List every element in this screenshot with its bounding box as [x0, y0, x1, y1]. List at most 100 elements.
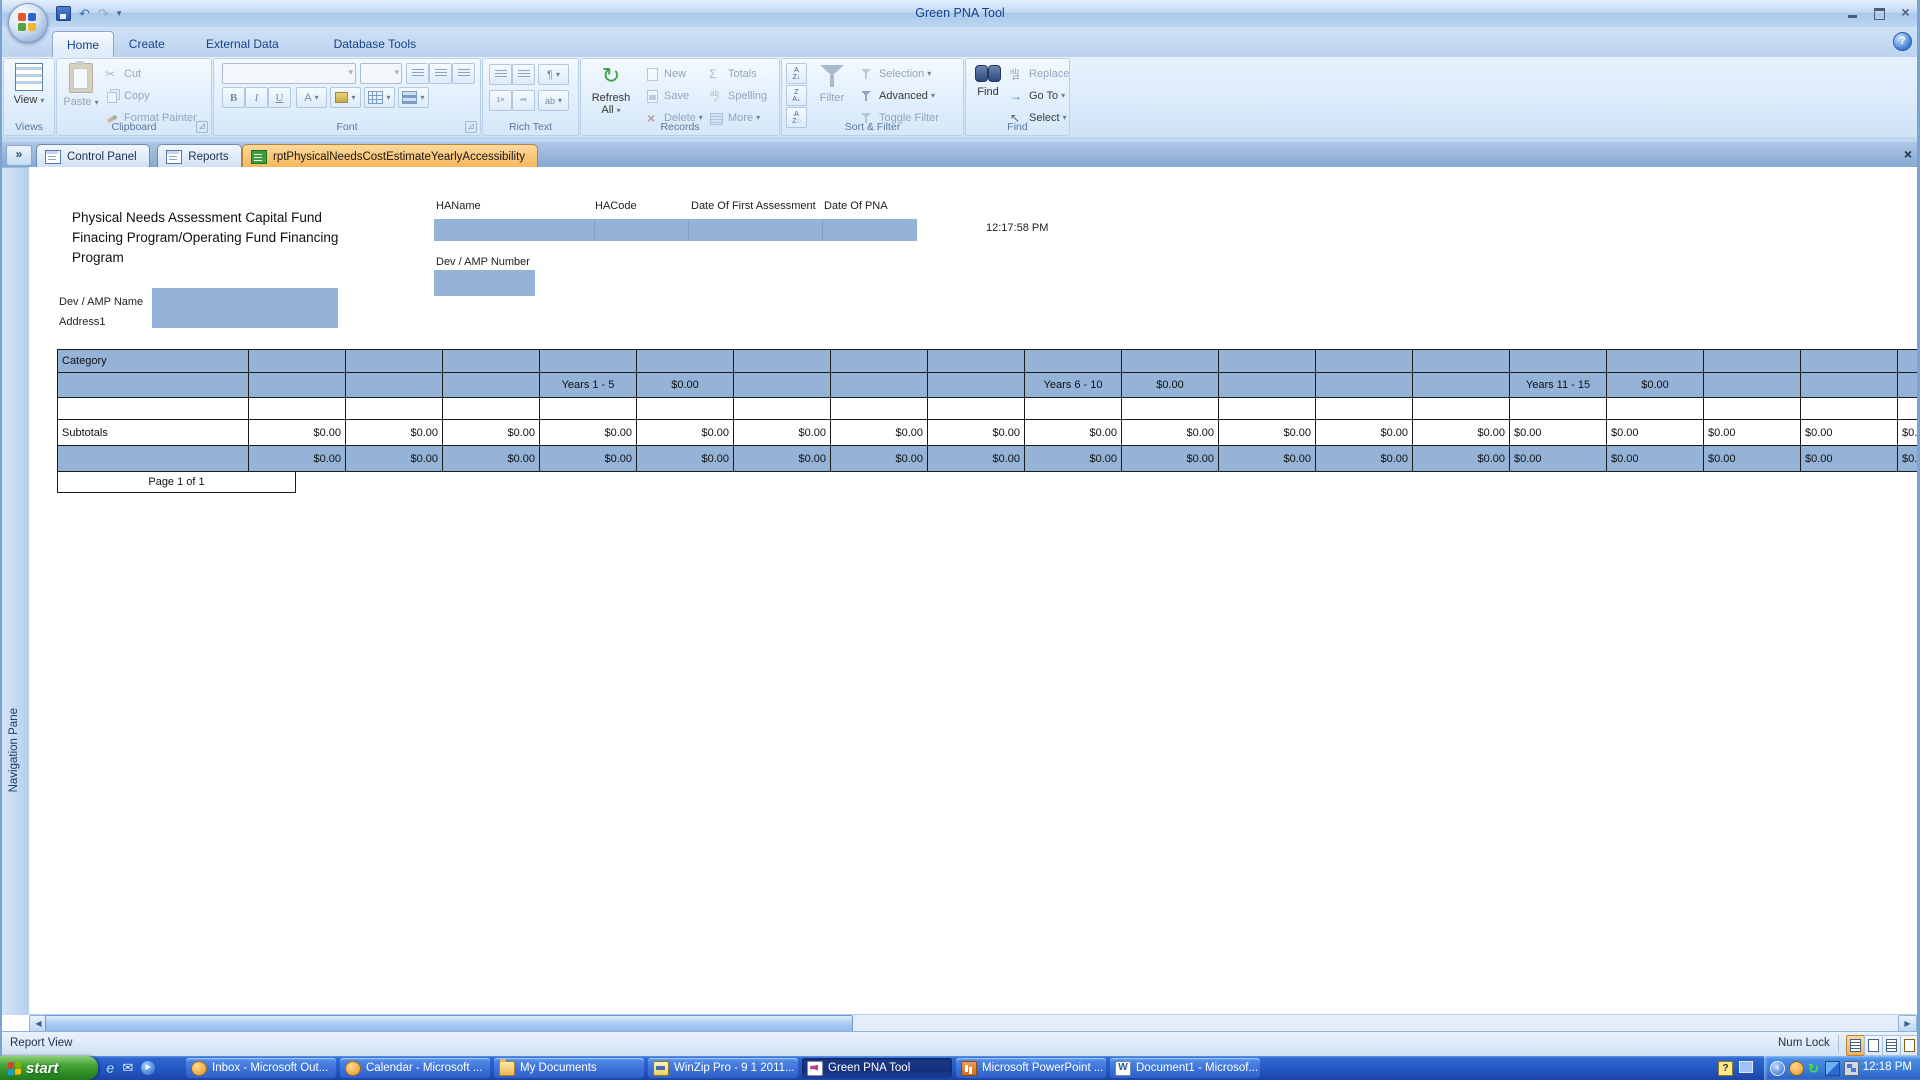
- report-view-button[interactable]: [1846, 1035, 1865, 1056]
- internet-explorer-icon[interactable]: e: [106, 1060, 114, 1077]
- close-button[interactable]: ×: [1899, 7, 1912, 19]
- undo-icon[interactable]: ↶: [79, 7, 90, 20]
- underline-button[interactable]: U: [268, 87, 291, 108]
- taskbar-button-1[interactable]: Inbox - Microsoft Out...: [186, 1058, 336, 1078]
- tray-network-icon[interactable]: [1844, 1061, 1859, 1076]
- dev-amp-name-field[interactable]: [152, 288, 338, 328]
- filter-button[interactable]: Filter: [810, 61, 854, 104]
- copy-button[interactable]: Copy: [105, 85, 150, 106]
- horizontal-scrollbar[interactable]: ◀ ▶: [29, 1014, 1917, 1032]
- decrease-indent-button[interactable]: [489, 64, 512, 85]
- spelling-button[interactable]: Spelling: [709, 85, 767, 106]
- highlight-button[interactable]: ab▾: [538, 90, 569, 111]
- filter-icon: [817, 63, 847, 89]
- align-left-button[interactable]: [406, 63, 429, 84]
- align-right-button[interactable]: [452, 63, 475, 84]
- go-to-button[interactable]: Go To▾: [1010, 85, 1065, 106]
- font-size-combo[interactable]: [360, 63, 402, 84]
- increase-indent-button[interactable]: [512, 64, 535, 85]
- header-field-bar[interactable]: [434, 219, 917, 241]
- layout-view-button[interactable]: [1882, 1035, 1901, 1056]
- table-cell: $0.00: [346, 446, 443, 472]
- table-cell: $0.00: [1122, 446, 1219, 472]
- taskbar-button-7[interactable]: WDocument1 - Microsof...: [1110, 1058, 1260, 1078]
- table-row: Years 1 - 5$0.00Years 6 - 10$0.00Years 1…: [58, 373, 1917, 398]
- report-title-line: Finacing Program/Operating Fund Financin…: [72, 228, 372, 248]
- advanced-filter-button[interactable]: Advanced▾: [860, 85, 935, 106]
- redo-icon[interactable]: ↷: [98, 7, 109, 20]
- table-cell: [1413, 373, 1510, 398]
- replace-button[interactable]: Replace: [1010, 63, 1069, 84]
- bold-button[interactable]: B: [222, 87, 245, 108]
- font-name-combo[interactable]: [222, 63, 356, 84]
- numbered-list-button[interactable]: 1≡: [489, 90, 512, 111]
- sort-ascending-button[interactable]: AZ↓: [786, 63, 807, 84]
- tray-outlook-icon[interactable]: [1789, 1061, 1804, 1076]
- table-cell: $0.00: [831, 446, 928, 472]
- media-player-icon[interactable]: ▶: [141, 1061, 155, 1075]
- save-record-button[interactable]: Save: [645, 85, 689, 106]
- ribbon-tab-create[interactable]: Create: [115, 31, 179, 57]
- ribbon-tab-home[interactable]: Home: [52, 31, 114, 58]
- table-cell: $0.00: [1704, 446, 1801, 472]
- tray-collapse-icon[interactable]: ‹: [1770, 1061, 1785, 1076]
- restore-button[interactable]: [1873, 7, 1886, 19]
- font-color-button[interactable]: A▾: [296, 87, 327, 108]
- save-icon[interactable]: [56, 6, 71, 21]
- office-button[interactable]: [8, 3, 48, 43]
- clipboard-dialog-launcher-icon[interactable]: ◿: [196, 121, 208, 133]
- address1-label: Address1: [59, 316, 105, 328]
- taskbar: start e ✉ ▶ Inbox - Microsoft Out...Cale…: [0, 1056, 1920, 1080]
- taskbar-button-3[interactable]: My Documents: [494, 1058, 644, 1078]
- taskbar-button-5[interactable]: Green PNA Tool: [802, 1058, 952, 1078]
- gridlines-button[interactable]: ▾: [364, 87, 395, 108]
- tray-dropbox-icon[interactable]: [1825, 1061, 1840, 1076]
- table-cell: $0.00: [1122, 420, 1219, 446]
- document-tab-2[interactable]: Reports: [157, 144, 241, 168]
- document-tab-3[interactable]: rptPhysicalNeedsCostEstimateYearlyAccess…: [242, 144, 538, 168]
- ribbon-tab-external-data[interactable]: External Data: [192, 31, 293, 57]
- table-cell: $0.00: [1898, 420, 1917, 446]
- taskbar-button-2[interactable]: Calendar - Microsoft ...: [340, 1058, 490, 1078]
- table-cell: [1510, 398, 1607, 420]
- ribbon-tab-database-tools[interactable]: Database Tools: [320, 31, 431, 57]
- table-cell: $0.00: [1316, 420, 1413, 446]
- new-record-button[interactable]: New: [645, 63, 686, 84]
- cut-button[interactable]: Cut: [105, 63, 141, 84]
- tray-sync-icon[interactable]: ↻: [1808, 1062, 1821, 1075]
- document-close-icon[interactable]: ×: [1904, 146, 1912, 162]
- refresh-all-button[interactable]: ↻ Refresh All▾: [587, 61, 635, 117]
- table-cell: [1801, 373, 1898, 398]
- start-button[interactable]: start: [0, 1056, 98, 1080]
- italic-button[interactable]: I: [245, 87, 268, 108]
- alternate-fill-button[interactable]: ▾: [398, 87, 429, 108]
- ribbon-group-font: B I U A▾ ▾ ▾ ▾ Font ◿: [213, 58, 481, 136]
- font-dialog-launcher-icon[interactable]: ◿: [465, 121, 477, 133]
- navigation-pane-collapsed[interactable]: Navigation Pane: [2, 167, 30, 1015]
- selection-button[interactable]: Selection▾: [860, 63, 931, 84]
- text-direction-button[interactable]: ¶▾: [538, 64, 569, 85]
- table-cell: [346, 373, 443, 398]
- tray-window-icon[interactable]: [1739, 1061, 1753, 1073]
- minimize-button[interactable]: [1847, 7, 1860, 19]
- help-icon[interactable]: ?: [1893, 32, 1912, 51]
- align-center-button[interactable]: [429, 63, 452, 84]
- view-button[interactable]: View▾: [7, 61, 51, 107]
- sort-descending-button[interactable]: ZA↓: [786, 85, 807, 106]
- nav-pane-expand-button[interactable]: »: [6, 145, 32, 166]
- taskbar-button-6[interactable]: Microsoft PowerPoint ...: [956, 1058, 1106, 1078]
- outlook-icon: [345, 1061, 361, 1076]
- totals-button[interactable]: Totals: [709, 63, 757, 84]
- document-tab-1[interactable]: Control Panel: [36, 144, 150, 168]
- print-preview-button[interactable]: [1864, 1035, 1883, 1056]
- table-cell: [1219, 398, 1316, 420]
- taskbar-button-4[interactable]: WinZip Pro - 9 1 2011...: [648, 1058, 798, 1078]
- tray-help-icon[interactable]: ?: [1718, 1061, 1733, 1076]
- dev-amp-number-field[interactable]: [434, 270, 535, 296]
- qat-customize-icon[interactable]: ▾: [117, 8, 122, 19]
- fill-color-button[interactable]: ▾: [330, 87, 361, 108]
- paste-button[interactable]: Paste▾: [61, 61, 101, 109]
- find-button[interactable]: Find: [968, 61, 1008, 98]
- bullet-list-button[interactable]: •≡: [512, 90, 535, 111]
- mail-icon[interactable]: ✉: [122, 1060, 133, 1076]
